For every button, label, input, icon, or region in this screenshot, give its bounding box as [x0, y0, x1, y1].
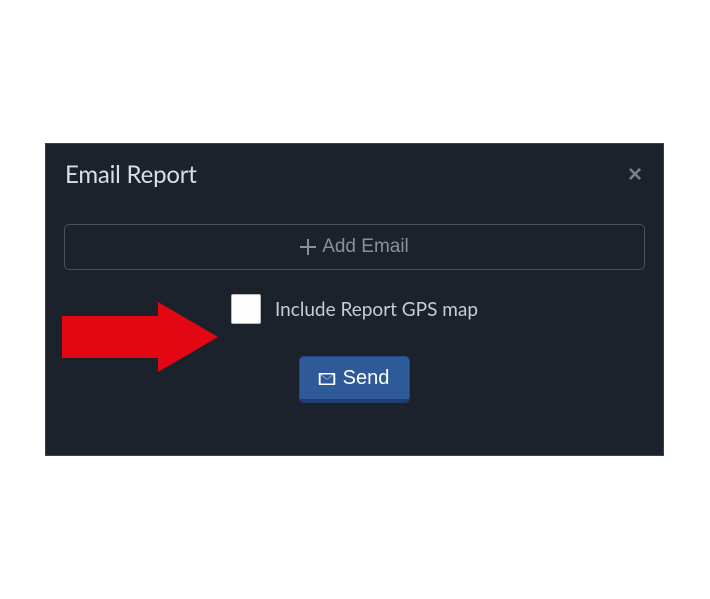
- send-button[interactable]: Send: [299, 356, 411, 403]
- include-gps-label[interactable]: Include Report GPS map: [275, 298, 478, 321]
- send-row: Send: [64, 356, 645, 403]
- dialog-body: Add Email Include Report GPS map Send: [46, 203, 663, 429]
- close-icon: ×: [628, 161, 642, 188]
- include-gps-row: Include Report GPS map: [64, 294, 645, 324]
- dialog-header: Email Report ×: [46, 144, 663, 203]
- email-report-dialog: Email Report × Add Email Include Report …: [45, 143, 664, 456]
- envelope-icon: [318, 370, 336, 388]
- dialog-title: Email Report: [65, 160, 197, 189]
- include-gps-checkbox[interactable]: [231, 294, 261, 324]
- close-button[interactable]: ×: [626, 163, 644, 187]
- add-email-label: Add Email: [322, 236, 409, 258]
- add-email-button[interactable]: Add Email: [64, 224, 645, 270]
- plus-icon: [300, 239, 316, 255]
- send-label: Send: [343, 367, 390, 390]
